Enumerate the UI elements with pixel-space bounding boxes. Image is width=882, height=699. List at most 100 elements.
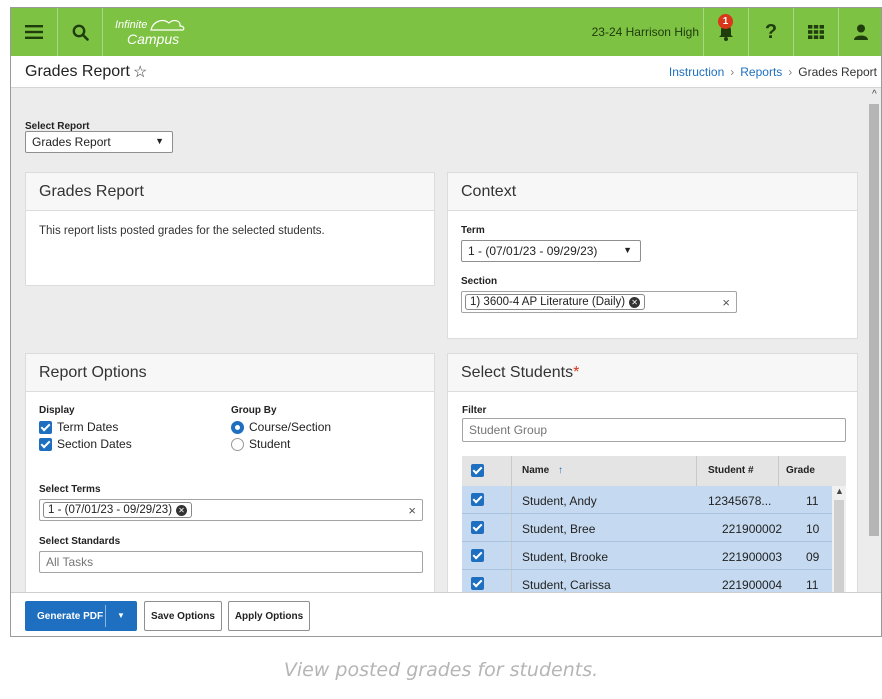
notification-count-badge: 1 (718, 14, 733, 29)
row-checkbox[interactable] (462, 542, 512, 569)
clear-selection-icon[interactable]: × (408, 503, 416, 518)
select-all-checkbox[interactable] (462, 456, 512, 486)
clear-selection-icon[interactable]: × (722, 295, 730, 310)
table-row[interactable]: Student, Carissa 221900004 11 (462, 570, 832, 592)
table-row[interactable]: Student, Bree 221900002 10 (462, 514, 832, 542)
notifications-bell-icon[interactable]: 1 (704, 8, 748, 56)
generate-pdf-button[interactable]: Generate PDF (37, 611, 103, 622)
student-number: 12345678... (708, 494, 772, 508)
select-report-dropdown[interactable]: Grades Report ▼ (25, 131, 173, 153)
remove-chip-icon[interactable]: ✕ (629, 296, 641, 308)
table-scrollbar[interactable]: ▲ (832, 486, 846, 592)
app-window: Infinite Campus 23-24 Harrison High 1 ? … (10, 7, 882, 637)
save-options-button[interactable]: Save Options (144, 601, 222, 631)
action-bar: Generate PDF ▼ Save Options Apply Option… (11, 592, 881, 636)
student-name: Student, Carissa (522, 578, 611, 592)
section-dates-label: Section Dates (57, 437, 132, 451)
student-grade: 10 (806, 522, 820, 536)
students-table-header: Name ↑ Student # Grade (462, 456, 846, 486)
name-column-label: Name (522, 465, 550, 476)
checkbox-checked-icon (471, 549, 484, 562)
group-by-label: Group By (231, 405, 277, 416)
checkbox-checked-icon (39, 420, 52, 434)
radio-selected-icon (231, 420, 244, 434)
context-heading: Context (448, 173, 857, 211)
section-label: Section (461, 276, 498, 287)
term-dates-label: Term Dates (57, 420, 119, 434)
generate-pdf-split-button: Generate PDF ▼ (25, 601, 137, 631)
checkbox-checked-icon (471, 464, 484, 477)
generate-options-caret-icon[interactable]: ▼ (117, 611, 125, 620)
report-options-card: Report Options Display Term Dates Sectio… (25, 353, 435, 592)
user-account-icon[interactable] (839, 8, 881, 56)
group-by-student-radio[interactable]: Student (231, 437, 290, 451)
student-grade: 09 (806, 550, 820, 564)
term-dates-checkbox[interactable]: Term Dates (39, 420, 118, 434)
checkbox-checked-icon (471, 577, 484, 590)
grades-report-card: Grades Report This report lists posted g… (25, 172, 435, 286)
checkbox-checked-icon (39, 437, 52, 451)
section-chip-label: 1) 3600-4 AP Literature (Daily) (470, 296, 626, 308)
grades-report-heading: Grades Report (26, 173, 434, 211)
row-checkbox[interactable] (462, 570, 512, 592)
term-value: 1 - (07/01/23 - 09/29/23) (468, 244, 598, 258)
display-label: Display (39, 405, 75, 416)
select-standards-input[interactable] (39, 551, 423, 573)
app-grid-icon[interactable] (794, 8, 838, 56)
name-column-header[interactable]: Name ↑ (522, 465, 563, 476)
student-grade: 11 (806, 578, 819, 592)
breadcrumb-reports[interactable]: Reports (740, 65, 782, 79)
student-number: 221900003 (722, 550, 783, 564)
student-number-column-header[interactable]: Student # (708, 465, 754, 476)
caret-down-icon: ▼ (155, 136, 164, 146)
student-name: Student, Bree (522, 522, 596, 536)
menu-icon[interactable] (11, 8, 57, 56)
term-dropdown[interactable]: 1 - (07/01/23 - 09/29/23) ▼ (461, 240, 641, 262)
grades-report-description: This report lists posted grades for the … (39, 225, 325, 237)
chevron-right-icon: › (788, 65, 793, 79)
group-by-course-section-radio[interactable]: Course/Section (231, 420, 331, 434)
row-checkbox[interactable] (462, 486, 512, 513)
help-icon[interactable]: ? (749, 8, 793, 56)
main-content: Select Report Grades Report ▼ Grades Rep… (11, 88, 871, 592)
section-chip: 1) 3600-4 AP Literature (Daily) ✕ (465, 294, 646, 310)
select-terms-multiselect[interactable]: 1 - (07/01/23 - 09/29/23) ✕ × (39, 499, 423, 521)
sort-ascending-icon: ↑ (558, 465, 564, 476)
search-icon[interactable] (58, 8, 102, 56)
section-dates-checkbox[interactable]: Section Dates (39, 437, 132, 451)
caret-down-icon: ▼ (623, 245, 632, 255)
apply-options-button[interactable]: Apply Options (228, 601, 310, 631)
scroll-up-icon[interactable]: ^ (872, 89, 877, 100)
select-standards-label: Select Standards (39, 536, 121, 547)
select-students-heading: Select Students* (448, 354, 857, 392)
infinite-campus-logo[interactable]: Infinite Campus (115, 17, 195, 49)
favorite-star-icon[interactable]: ☆ (133, 62, 147, 82)
page-scroll-thumb[interactable] (869, 104, 879, 536)
select-students-card: Select Students* Filter Name ↑ Student #… (447, 353, 858, 592)
row-checkbox[interactable] (462, 514, 512, 541)
student-group-filter-input[interactable] (462, 418, 846, 442)
select-report-value: Grades Report (32, 135, 111, 149)
breadcrumb: Instruction › Reports › Grades Report (669, 65, 877, 79)
top-bar: Infinite Campus 23-24 Harrison High 1 ? (11, 8, 881, 56)
breadcrumb-current: Grades Report (798, 65, 877, 79)
checkbox-checked-icon (471, 493, 484, 506)
student-label: Student (249, 437, 291, 451)
select-terms-label: Select Terms (39, 484, 101, 495)
page-title: Grades Report (25, 63, 130, 80)
scroll-up-icon[interactable]: ▲ (835, 486, 844, 496)
term-chip-label: 1 - (07/01/23 - 09/29/23) (48, 504, 173, 516)
table-row[interactable]: Student, Andy 12345678... 11 (462, 486, 832, 514)
table-scroll-thumb[interactable] (834, 500, 844, 592)
section-multiselect[interactable]: 1) 3600-4 AP Literature (Daily) ✕ × (461, 291, 737, 313)
course-section-label: Course/Section (249, 420, 332, 434)
grade-column-header[interactable]: Grade (786, 465, 815, 476)
context-card: Context Term 1 - (07/01/23 - 09/29/23) ▼… (447, 172, 858, 339)
breadcrumb-instruction[interactable]: Instruction (669, 65, 724, 79)
school-selector[interactable]: 23-24 Harrison High (592, 25, 699, 39)
student-grade: 11 (806, 494, 819, 508)
remove-chip-icon[interactable]: ✕ (176, 504, 188, 516)
table-row[interactable]: Student, Brooke 221900003 09 (462, 542, 832, 570)
select-students-title: Select Students (461, 364, 574, 381)
term-label: Term (461, 225, 485, 236)
